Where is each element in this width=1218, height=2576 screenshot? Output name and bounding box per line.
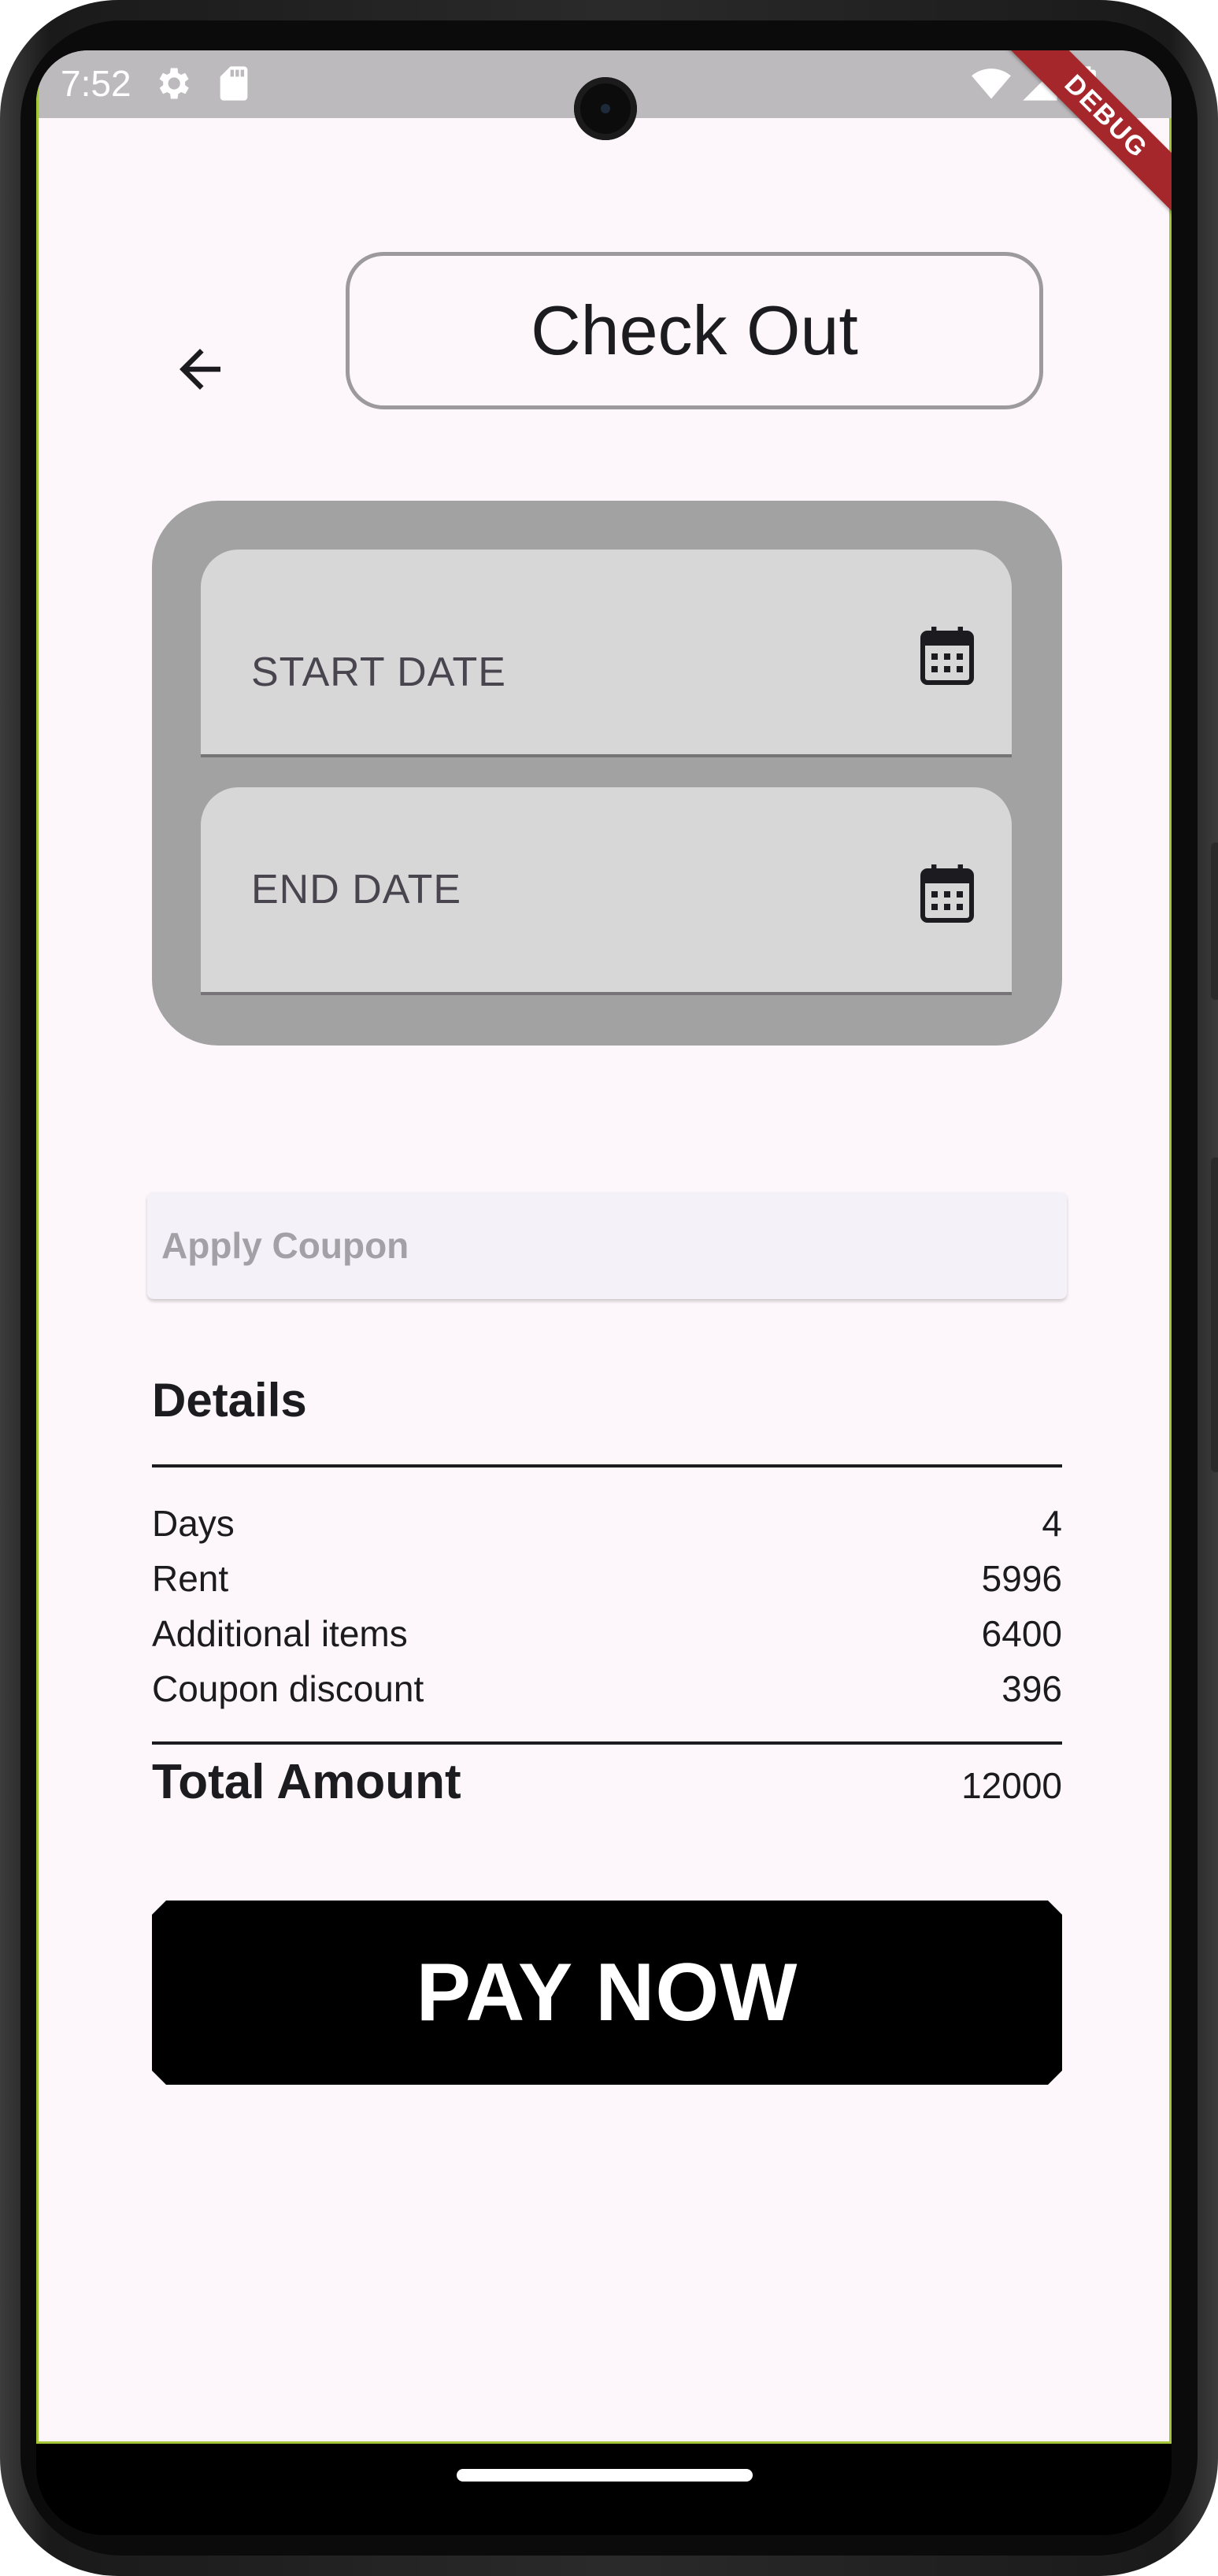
pay-now-label: PAY NOW	[416, 1946, 798, 2038]
calendar-icon[interactable]	[920, 863, 974, 923]
detail-row-days: Days 4	[152, 1502, 1062, 1545]
phone-screen: 7:52 DEBUG Check Out START DATE END DATE…	[36, 50, 1172, 2535]
detail-row-rent: Rent 5996	[152, 1557, 1062, 1600]
detail-label: Days	[152, 1503, 235, 1544]
detail-value: 6400	[981, 1613, 1062, 1654]
arrow-left-icon	[180, 349, 220, 390]
detail-value: 396	[1001, 1668, 1062, 1709]
detail-value: 4	[1042, 1503, 1062, 1544]
total-label: Total Amount	[152, 1755, 461, 1809]
calendar-icon[interactable]	[920, 625, 974, 685]
detail-value: 5996	[981, 1558, 1062, 1599]
sd-card-icon	[220, 66, 248, 101]
start-date-label: START DATE	[251, 650, 506, 695]
coupon-input[interactable]: Apply Coupon	[147, 1192, 1067, 1299]
gear-icon	[159, 68, 189, 99]
page-title-box: Check Out	[346, 252, 1043, 409]
detail-row-additional-items: Additional items 6400	[152, 1612, 1062, 1655]
home-indicator[interactable]	[457, 2469, 753, 2482]
details-divider-top	[152, 1464, 1062, 1468]
volume-button	[1211, 842, 1218, 1000]
wifi-icon	[972, 68, 1011, 99]
details-divider-bottom	[152, 1741, 1062, 1745]
detail-label: Additional items	[152, 1613, 408, 1654]
app-screen: 7:52 DEBUG Check Out START DATE END DATE…	[36, 50, 1172, 2444]
front-camera	[574, 77, 637, 140]
detail-label: Coupon discount	[152, 1668, 424, 1709]
details-heading: Details	[152, 1374, 307, 1427]
total-value: 12000	[961, 1765, 1062, 1806]
detail-label: Rent	[152, 1558, 229, 1599]
phone-frame: 7:52 DEBUG Check Out START DATE END DATE…	[0, 0, 1218, 2576]
coupon-placeholder: Apply Coupon	[161, 1225, 409, 1266]
end-date-field[interactable]: END DATE	[201, 787, 1012, 995]
status-time: 7:52	[61, 63, 131, 104]
end-date-label: END DATE	[251, 867, 462, 912]
pay-now-button[interactable]: PAY NOW	[152, 1901, 1062, 2085]
date-range-panel: START DATE END DATE	[152, 501, 1062, 1046]
power-button	[1211, 1157, 1218, 1472]
page-title: Check Out	[531, 291, 858, 369]
back-button[interactable]	[157, 326, 243, 413]
detail-row-coupon-discount: Coupon discount 396	[152, 1667, 1062, 1710]
total-row: Total Amount 12000	[152, 1754, 1062, 1810]
start-date-field[interactable]: START DATE	[201, 550, 1012, 757]
